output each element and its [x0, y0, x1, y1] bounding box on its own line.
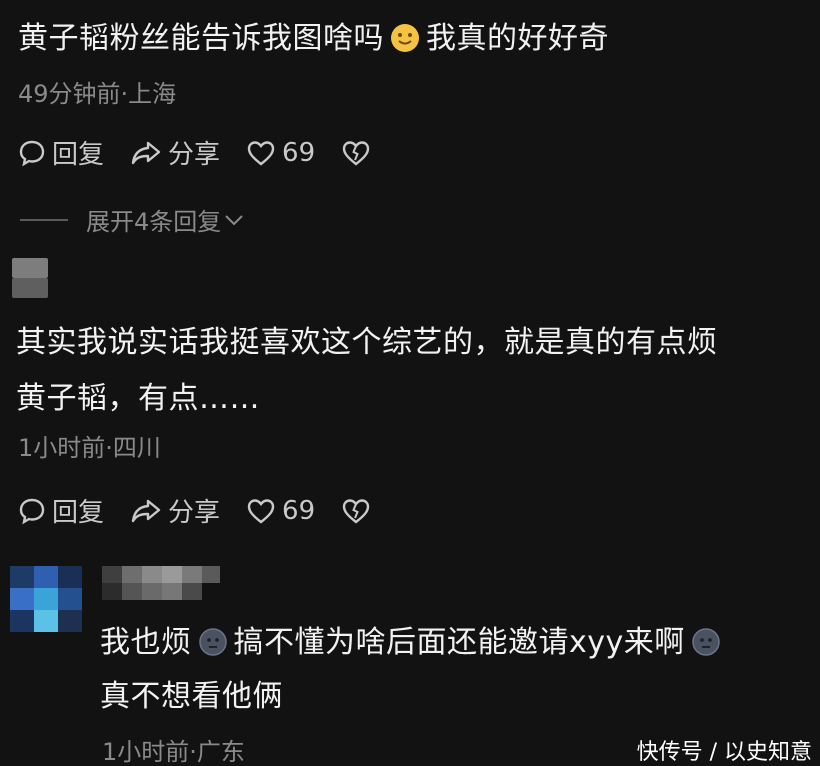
comment-2-meta: 1小时前·四川 — [18, 434, 161, 462]
avatar-pixel — [10, 610, 34, 632]
avatar-pixel — [10, 566, 34, 588]
share-button[interactable]: 分享 — [130, 134, 220, 171]
annoyed-emoji-icon — [692, 628, 720, 656]
annoyed-emoji-icon — [198, 628, 227, 656]
like-count: 69 — [282, 137, 316, 168]
avatar-pixel — [12, 278, 48, 298]
heart-icon — [247, 140, 275, 166]
heart-icon — [247, 498, 275, 524]
avatar-pixel — [34, 566, 58, 588]
comment-3-text-part1: 我也烦 — [100, 625, 192, 660]
username-pixel — [122, 566, 142, 583]
avatar-pixel — [12, 258, 48, 278]
smile-emoji-icon — [391, 24, 419, 52]
username-pixel — [182, 566, 202, 583]
comment-2-text-line2: 黄子韬，有点…… — [16, 381, 260, 416]
username-pixel — [142, 583, 162, 600]
reply-button[interactable]: 回复 — [18, 492, 104, 529]
reply-label: 回复 — [52, 140, 105, 170]
username-pixel — [162, 583, 182, 600]
dislike-button[interactable] — [341, 139, 377, 167]
comment-bubble-icon — [19, 498, 45, 524]
expand-replies-button[interactable]: 展开4条回复 — [20, 202, 245, 237]
comment-bubble-icon — [19, 140, 45, 166]
username-pixel — [182, 583, 202, 600]
username-pixel — [102, 566, 122, 583]
avatar-pixel — [58, 588, 82, 610]
share-label: 分享 — [168, 140, 221, 170]
avatar-pixel — [34, 588, 58, 610]
comment-3-meta: 1小时前·广东 — [102, 738, 245, 766]
share-arrow-icon — [131, 141, 161, 164]
comment-1-text-part1: 黄子韬粉丝能告诉我图啥吗 — [18, 21, 384, 56]
broken-heart-icon — [342, 140, 370, 166]
comment-3-username[interactable] — [102, 566, 220, 600]
comment-3-text-part2: 搞不懂为啥后面还能邀请xyy来啊 — [233, 625, 685, 660]
comment-1-actions: 回复 分享 69 — [18, 134, 403, 171]
chevron-down-icon — [225, 214, 243, 225]
comment-3-text-line1: 我也烦 搞不懂为啥后面还能邀请xyy来啊 — [100, 622, 727, 664]
comment-1-text: 黄子韬粉丝能告诉我图啥吗 我真的好好奇 — [18, 18, 609, 60]
comment-1-text-part2: 我真的好好奇 — [426, 21, 609, 56]
username-pixel — [102, 583, 122, 600]
broken-heart-icon — [342, 498, 370, 524]
share-arrow-icon — [131, 499, 161, 522]
avatar-pixel — [10, 588, 34, 610]
like-count: 69 — [282, 495, 316, 526]
comment-2-text-line1: 其实我说实话我挺喜欢这个综艺的，就是真的有点烦 — [16, 325, 718, 360]
share-button[interactable]: 分享 — [130, 492, 220, 529]
share-label: 分享 — [168, 498, 221, 528]
avatar-pixel — [58, 566, 82, 588]
avatar-pixel — [58, 610, 82, 632]
username-pixel — [162, 566, 182, 583]
like-button[interactable]: 69 — [246, 138, 315, 168]
comment-3-avatar[interactable] — [10, 566, 86, 632]
username-pixel — [142, 566, 162, 583]
expand-replies-label: 展开4条回复 — [86, 208, 222, 236]
dislike-button[interactable] — [341, 497, 377, 525]
comment-2-actions: 回复 分享 69 — [18, 492, 403, 529]
username-pixel — [202, 566, 220, 583]
reply-button[interactable]: 回复 — [18, 134, 104, 171]
expand-divider — [20, 218, 68, 221]
comment-2-avatar[interactable] — [12, 258, 48, 298]
watermark: 快传号 / 以史知意 — [636, 740, 812, 765]
like-button[interactable]: 69 — [246, 496, 315, 526]
reply-label: 回复 — [52, 498, 105, 528]
comment-3-text-line2: 真不想看他俩 — [100, 679, 283, 714]
username-pixel — [122, 583, 142, 600]
comment-1-meta: 49分钟前·上海 — [18, 80, 177, 108]
avatar-pixel — [34, 610, 58, 632]
